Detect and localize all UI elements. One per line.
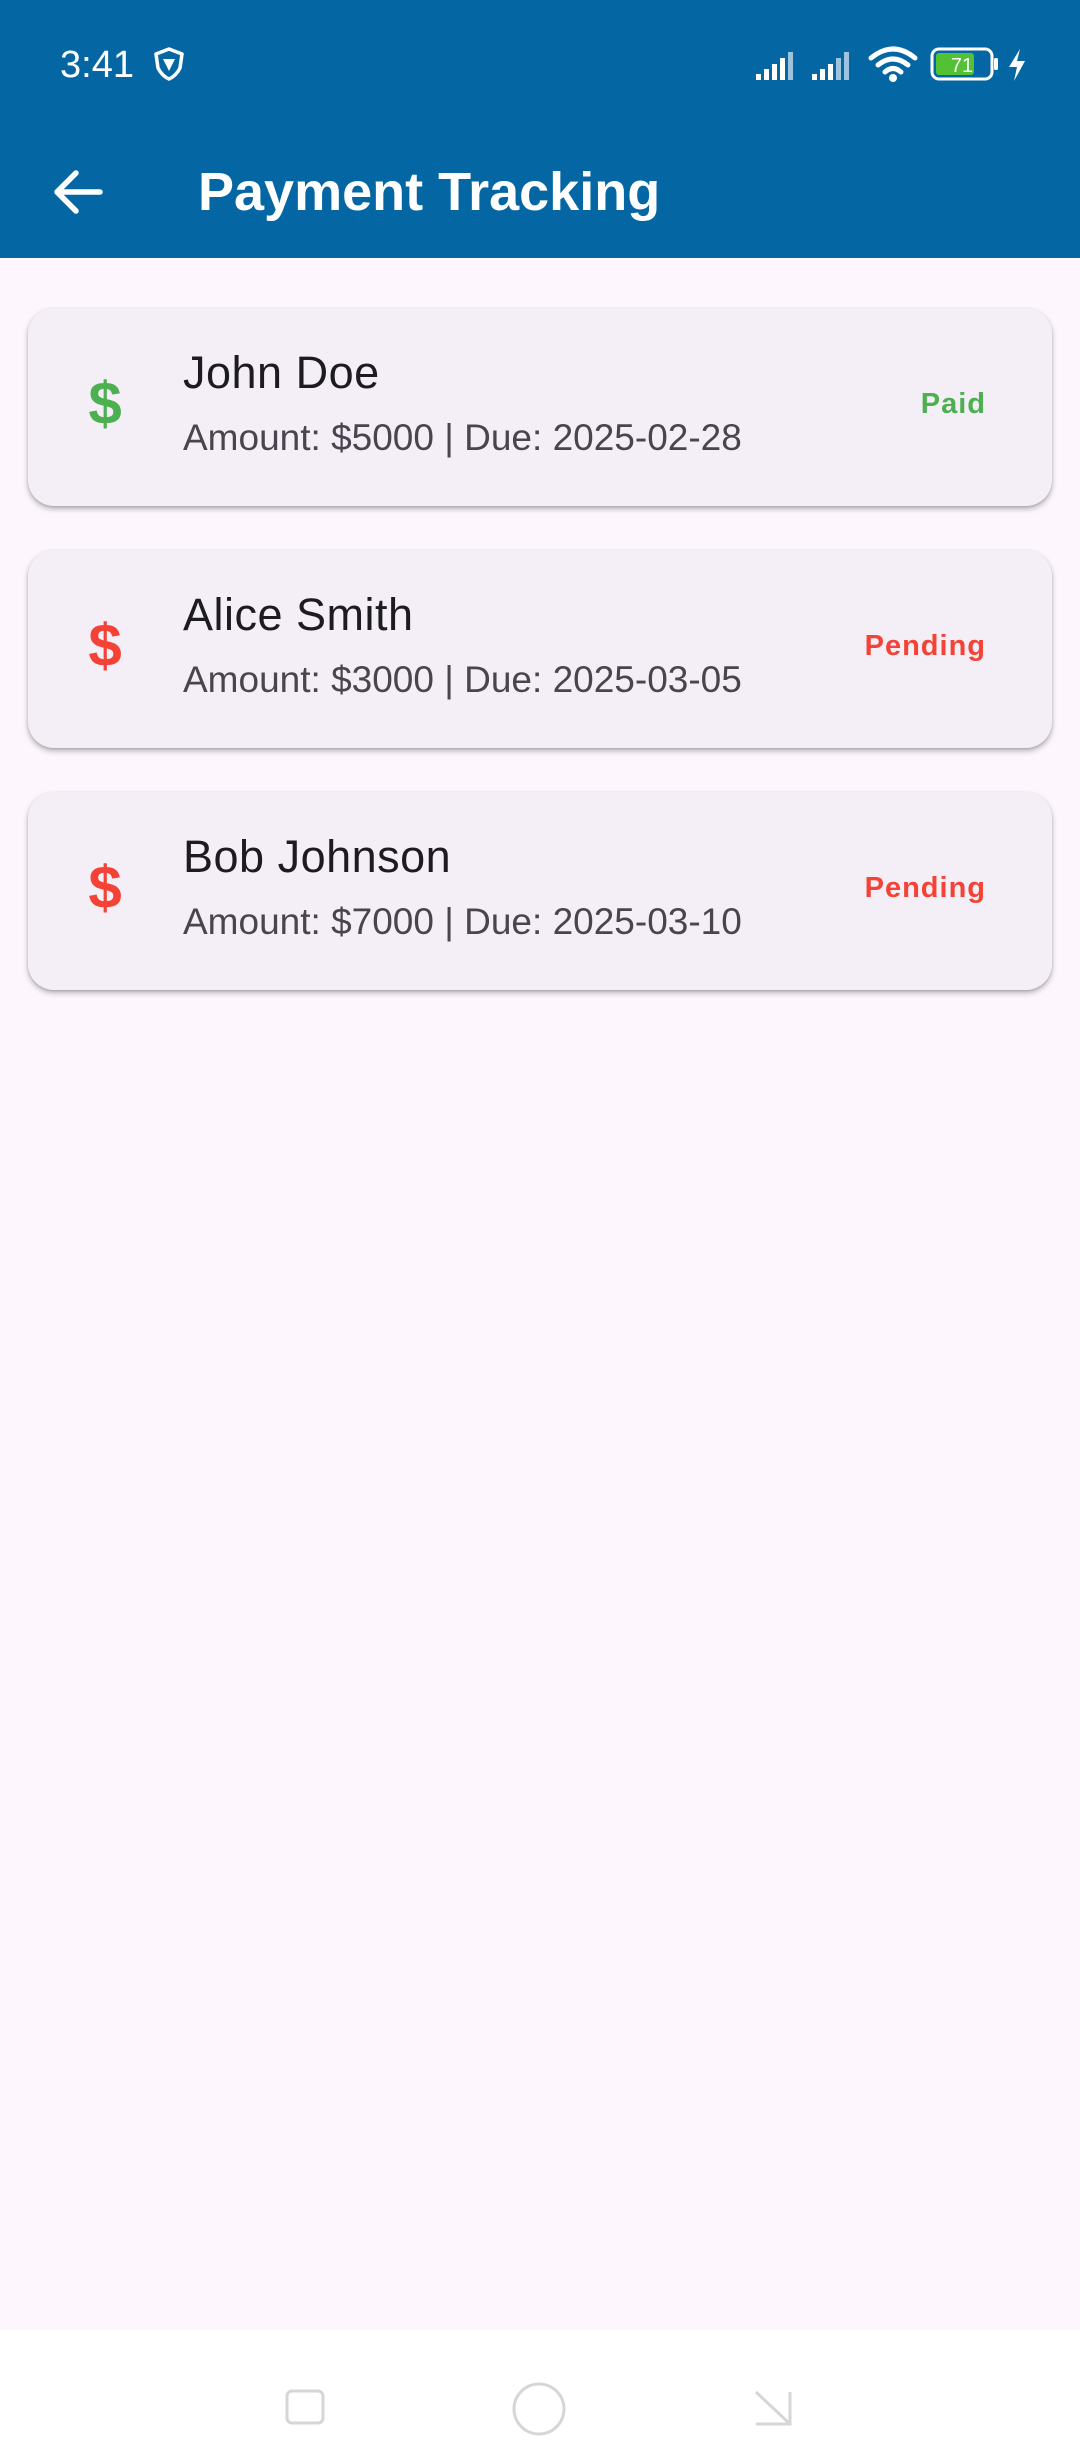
status-badge: Paid bbox=[920, 388, 986, 420]
battery-level-text: 71 bbox=[951, 55, 973, 77]
status-badge: Pending bbox=[864, 872, 986, 904]
cell-signal-icon bbox=[756, 52, 793, 80]
dollar-glyph: $ bbox=[88, 860, 121, 918]
wifi-icon bbox=[868, 46, 918, 82]
arrow-back-icon bbox=[54, 170, 103, 214]
payment-details: Amount: $7000 | Due: 2025-03-10 bbox=[183, 901, 742, 942]
dollar-icon: $ bbox=[80, 360, 130, 450]
payee-name: Alice Smith bbox=[183, 589, 414, 640]
payment-card[interactable]: $ John Doe Amount: $5000 | Due: 2025-02-… bbox=[28, 308, 1052, 506]
back-triangle-icon[interactable] bbox=[752, 2388, 794, 2430]
payment-list: $ John Doe Amount: $5000 | Due: 2025-02-… bbox=[28, 308, 1052, 1034]
dollar-glyph: $ bbox=[88, 376, 121, 434]
payment-details: Amount: $5000 | Due: 2025-02-28 bbox=[183, 417, 742, 458]
charging-icon bbox=[1009, 49, 1025, 81]
payment-details: Amount: $3000 | Due: 2025-03-05 bbox=[183, 659, 742, 700]
payment-card[interactable]: $ Bob Johnson Amount: $7000 | Due: 2025-… bbox=[28, 792, 1052, 990]
dollar-icon: $ bbox=[80, 844, 130, 934]
toolbar: Payment Tracking bbox=[0, 130, 1080, 258]
back-button[interactable] bbox=[36, 150, 120, 234]
battery-icon: 71 bbox=[930, 47, 998, 81]
payee-name: John Doe bbox=[183, 347, 380, 398]
dollar-icon: $ bbox=[80, 602, 130, 692]
status-bar: 3:41 71 bbox=[0, 0, 1080, 130]
dollar-glyph: $ bbox=[88, 618, 121, 676]
system-nav-bar bbox=[0, 2330, 1080, 2460]
vpn-shield-icon bbox=[154, 47, 184, 81]
recents-square-icon[interactable] bbox=[284, 2388, 326, 2430]
payee-name: Bob Johnson bbox=[183, 831, 452, 882]
home-circle-icon[interactable] bbox=[510, 2380, 568, 2438]
payment-card[interactable]: $ Alice Smith Amount: $3000 | Due: 2025-… bbox=[28, 550, 1052, 748]
status-badge: Pending bbox=[864, 630, 986, 662]
app-bar: 3:41 71 Payment Tracking bbox=[0, 0, 1080, 258]
cell-signal-icon bbox=[812, 52, 849, 80]
page-title: Payment Tracking bbox=[198, 162, 661, 222]
status-time: 3:41 bbox=[60, 44, 134, 86]
